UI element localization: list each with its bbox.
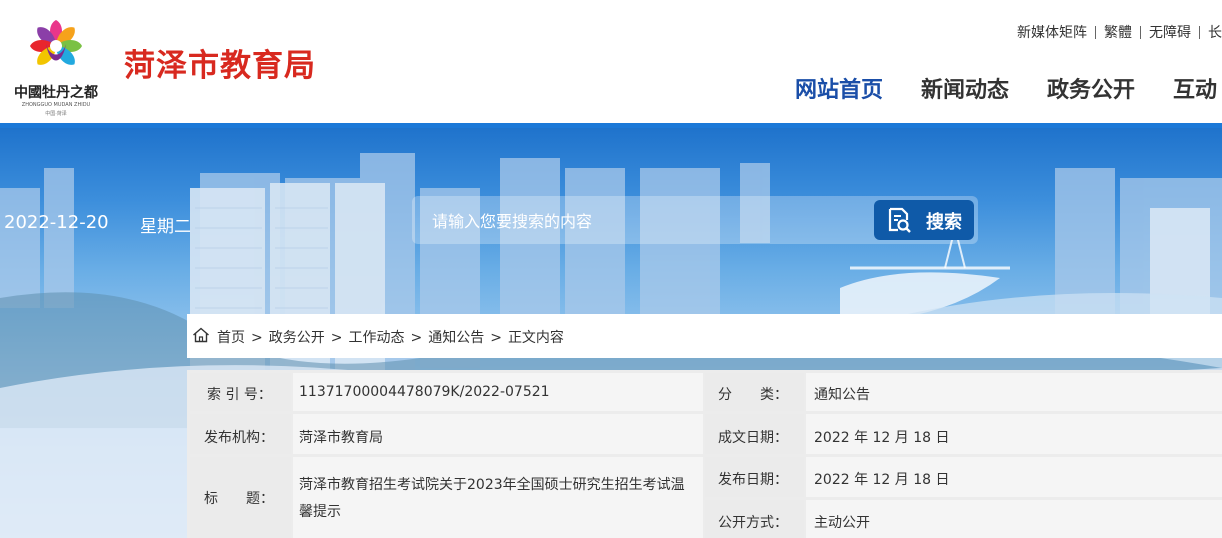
index-number-label: 索 引 号： [190,373,291,411]
disclosure-method-value: 主动公开 [806,500,1222,538]
nav-interaction[interactable]: 互动 [1173,72,1217,104]
breadcrumb-home[interactable]: 首页 [217,330,245,346]
search-button[interactable]: 搜索 [874,200,974,240]
category-label: 分 类： [705,373,804,411]
breadcrumb-separator: > [330,330,343,346]
divider [1140,26,1141,39]
logo-subtext: ZHONGGUO MUDAN ZHIDU [21,102,91,108]
created-date-value: 2022 年 12 月 18 日 [806,414,1222,454]
top-link-traditional[interactable]: 繁體 [1104,25,1132,41]
logo-text: 中國牡丹之都 [14,85,98,101]
main-nav: 网站首页 新闻动态 政务公开 互动 [795,72,1222,104]
divider [1095,26,1096,39]
published-date-value: 2022 年 12 月 18 日 [806,457,1222,497]
current-date: 2022-12-20 [4,212,109,233]
index-number-value: 11371700004478079K/2022-07521 [293,373,703,411]
disclosure-method-label: 公开方式： [705,500,804,538]
peony-logo[interactable]: 中國牡丹之都 ZHONGGUO MUDAN ZHIDU 中国·菏泽 [6,6,106,121]
breadcrumb-notices[interactable]: 通知公告 [428,330,484,346]
top-link-accessibility[interactable]: 无障碍 [1149,25,1191,41]
logo-caption: 中国·菏泽 [45,111,67,117]
breadcrumb-current: 正文内容 [507,330,564,346]
top-link-media-matrix[interactable]: 新媒体矩阵 [1017,25,1087,41]
breadcrumb-trail: 首页 > 政务公开 > 工作动态 > 通知公告 > 正文内容 [217,327,564,347]
breadcrumb-government-affairs[interactable]: 政务公开 [269,330,325,346]
top-links: 新媒体矩阵 繁體 无障碍 长 [1017,22,1222,42]
publisher-label: 发布机构： [190,414,291,454]
category-value: 通知公告 [806,373,1222,411]
publisher-value: 菏泽市教育局 [293,414,703,454]
site-title[interactable]: 菏泽市教育局 [124,40,316,85]
nav-government-affairs[interactable]: 政务公开 [1047,72,1135,104]
title-label: 标 题： [190,457,291,538]
nav-news[interactable]: 新闻动态 [921,72,1009,104]
document-metadata-table: 索 引 号： 11371700004478079K/2022-07521 分 类… [187,370,1222,538]
published-date-label: 发布日期： [705,457,804,497]
search-box: 搜索 [412,196,978,244]
nav-home[interactable]: 网站首页 [795,72,883,104]
site-header: 中國牡丹之都 ZHONGGUO MUDAN ZHIDU 中国·菏泽 菏泽市教育局… [0,0,1222,123]
title-value: 菏泽市教育招生考试院关于2023年全国硕士研究生招生考试温馨提示 [293,457,703,538]
search-button-label: 搜索 [926,212,962,233]
current-weekday: 星期二 [140,217,191,237]
breadcrumb-work-news[interactable]: 工作动态 [348,330,404,346]
divider [1199,26,1200,39]
created-date-label: 成文日期： [705,414,804,454]
breadcrumb-separator: > [490,330,502,346]
top-link-elder[interactable]: 长 [1208,25,1222,41]
breadcrumb-separator: > [410,330,423,346]
breadcrumb-separator: > [251,330,263,346]
search-input[interactable] [430,208,854,234]
home-icon[interactable] [192,327,210,347]
breadcrumb: 首页 > 政务公开 > 工作动态 > 通知公告 > 正文内容 [187,314,1222,358]
